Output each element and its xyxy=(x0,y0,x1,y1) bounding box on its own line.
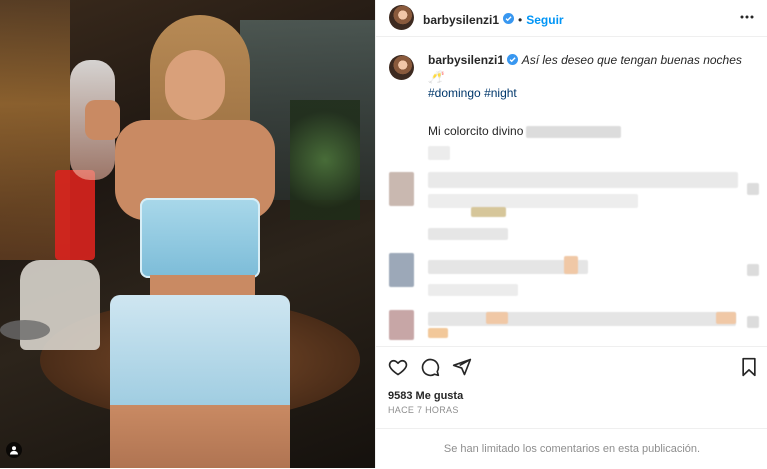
post-header: barbysilenzi1 • Seguir xyxy=(376,0,767,37)
blurred-like xyxy=(747,264,759,276)
background-plant xyxy=(290,100,360,220)
likes-count[interactable]: 9583 Me gusta xyxy=(388,390,463,402)
ashtray xyxy=(0,320,50,340)
blurred-comment xyxy=(428,194,638,208)
heart-icon[interactable] xyxy=(388,357,408,382)
face xyxy=(165,50,225,120)
blurred-emoji xyxy=(716,312,736,324)
legs xyxy=(110,405,290,468)
blurred-emoji xyxy=(428,328,448,338)
hashtag-night[interactable]: #night xyxy=(484,86,517,100)
blurred-avatar xyxy=(389,253,414,287)
avatar[interactable] xyxy=(389,5,414,30)
comment-text: Mi colorcito divino xyxy=(428,124,524,138)
header-username[interactable]: barbysilenzi1 xyxy=(423,13,499,27)
caption-username[interactable]: barbysilenzi1 xyxy=(428,53,504,67)
blurred-like xyxy=(747,183,759,195)
hashtag-domingo[interactable]: #domingo xyxy=(428,86,481,100)
blurred-emoji xyxy=(471,207,506,217)
hand xyxy=(85,100,120,140)
user-tag-icon[interactable] xyxy=(6,442,22,458)
denim-top xyxy=(140,198,260,278)
post-sidebar: barbysilenzi1 • Seguir barbysilenzi1 Así… xyxy=(375,0,767,468)
blurred-emoji xyxy=(486,312,508,324)
blurred-comment xyxy=(428,146,450,160)
caption: barbysilenzi1 Así les deseo que tengan b… xyxy=(428,52,758,101)
verified-badge-icon xyxy=(507,53,519,69)
share-icon[interactable] xyxy=(452,357,472,382)
blurred-comment xyxy=(428,312,736,326)
red-bottle xyxy=(55,170,95,260)
more-options-icon[interactable] xyxy=(740,10,754,29)
action-bar xyxy=(376,346,767,387)
blurred-comment xyxy=(428,228,508,240)
blurred-avatar xyxy=(389,172,414,206)
separator-dot: • xyxy=(518,13,523,27)
comments-limited-notice: Se han limitado los comentarios en esta … xyxy=(376,428,767,469)
comment-icon[interactable] xyxy=(420,357,440,382)
denim-shorts xyxy=(110,295,290,415)
bookmark-icon[interactable] xyxy=(740,357,758,382)
blurred-comment xyxy=(526,126,621,138)
blurred-comment xyxy=(428,284,518,296)
post-timestamp[interactable]: HACE 7 HORAS xyxy=(388,405,459,415)
blurred-avatar xyxy=(389,310,414,340)
blurred-emoji xyxy=(564,256,578,274)
blurred-like xyxy=(747,316,759,328)
caption-avatar[interactable] xyxy=(389,55,414,80)
verified-badge-icon xyxy=(503,11,515,29)
header-user-row: barbysilenzi1 • Seguir xyxy=(423,11,564,29)
post-photo[interactable] xyxy=(0,0,375,468)
follow-button[interactable]: Seguir xyxy=(526,13,563,27)
blurred-comment xyxy=(428,172,738,188)
